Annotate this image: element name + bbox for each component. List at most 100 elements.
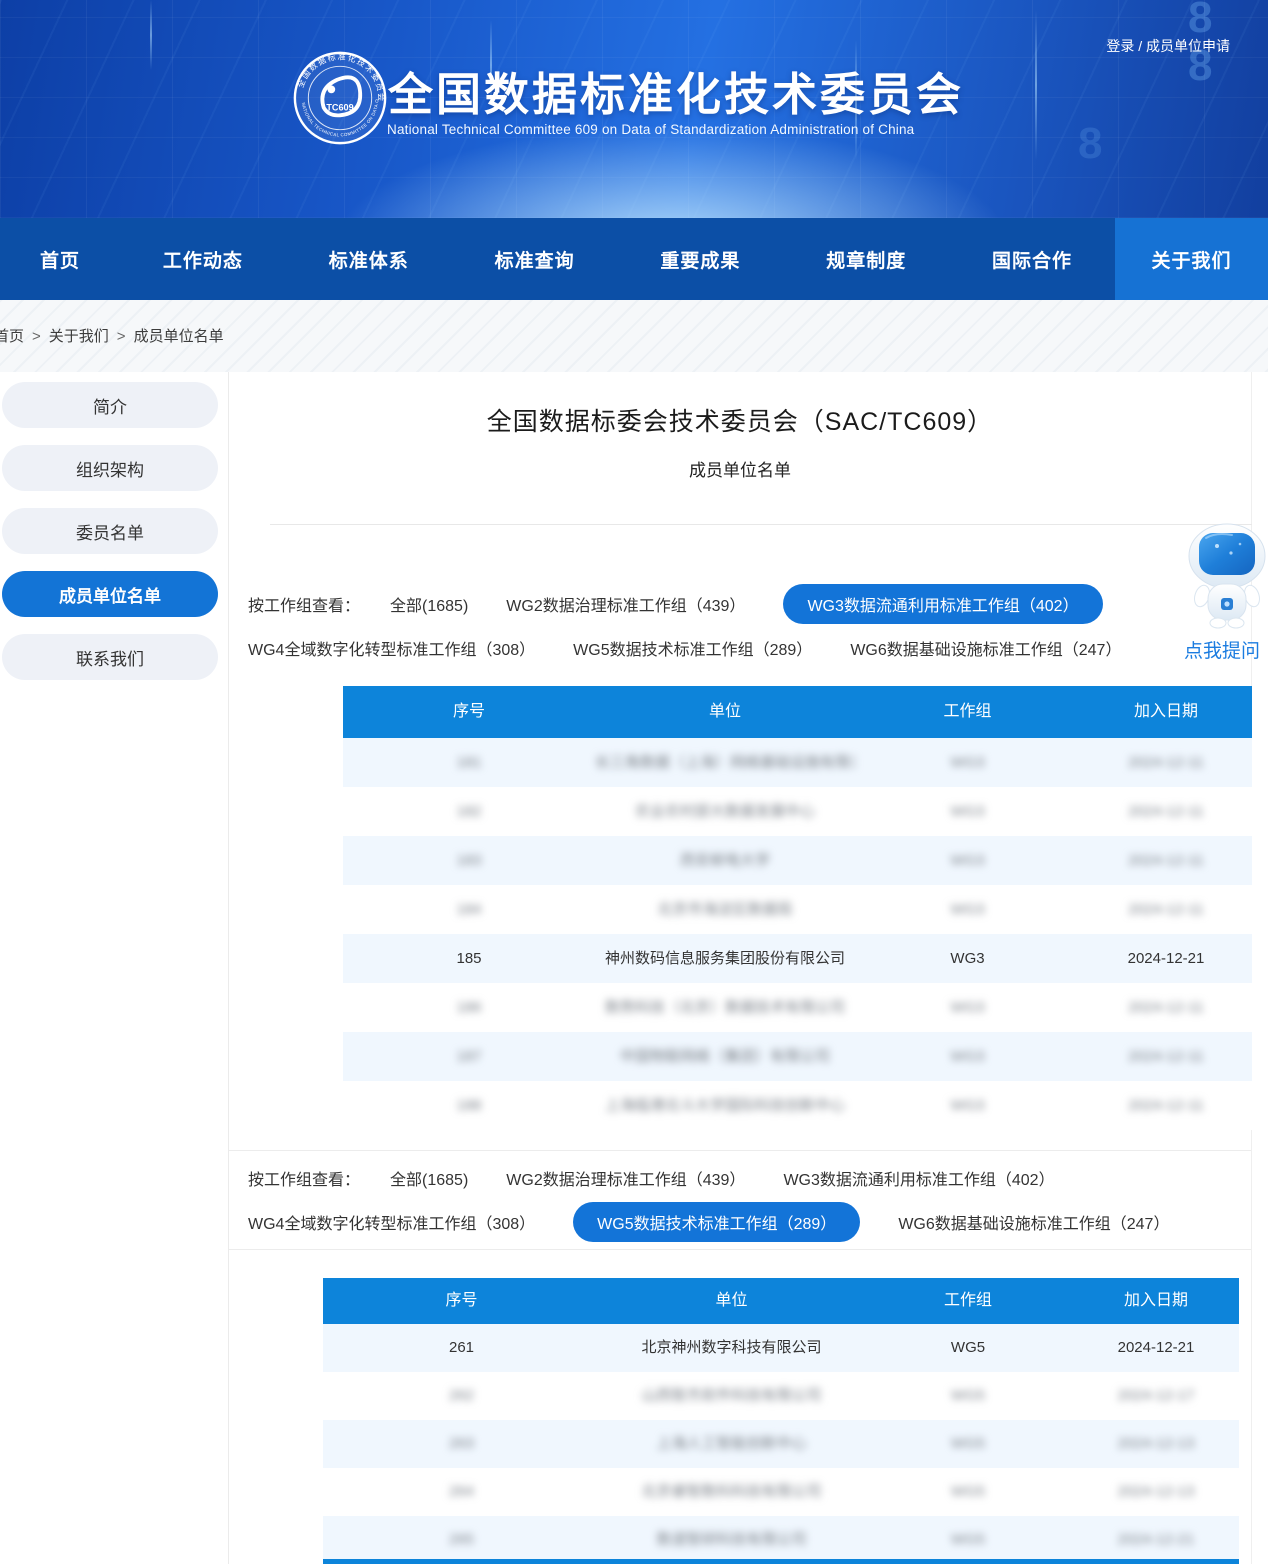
cell-unit: 数道智研科技有限公司 bbox=[600, 1516, 863, 1564]
cell-serial: 184 bbox=[343, 885, 595, 934]
filter-option[interactable]: 全部(1685) bbox=[390, 1166, 468, 1190]
cell-join-date: 2024-12-11 bbox=[1080, 885, 1252, 934]
nav-item-国际合作[interactable]: 国际合作 bbox=[949, 218, 1115, 300]
filter-option[interactable]: WG4全域数字化转型标准工作组（308） bbox=[248, 636, 535, 660]
table-row: 261北京神州数字科技有限公司WG52024-12-21 bbox=[323, 1324, 1239, 1372]
page-subtitle: 成员单位名单 bbox=[228, 456, 1252, 481]
cell-unit: 农业农村部大数据发展中心 bbox=[595, 787, 855, 836]
filter-option[interactable]: WG2数据治理标准工作组（439） bbox=[506, 1166, 745, 1190]
cell-workgroup: WG5 bbox=[863, 1468, 1073, 1516]
nav-item-规章制度[interactable]: 规章制度 bbox=[783, 218, 949, 300]
filter-row: 按工作组查看： 全部(1685) WG2数据治理标准工作组（439） WG3数据流通利… bbox=[248, 584, 1248, 624]
column-header: 单位 bbox=[600, 1278, 863, 1324]
decor-beam bbox=[1035, 10, 1037, 160]
filter-option[interactable]: WG5数据技术标准工作组（289） bbox=[573, 636, 812, 660]
nav-item-关于我们[interactable]: 关于我们 bbox=[1115, 218, 1268, 300]
cell-join-date: 2024-12-11 bbox=[1080, 787, 1252, 836]
breadcrumb-item-2[interactable]: 成员单位名单 bbox=[134, 328, 224, 345]
divider bbox=[229, 1249, 1251, 1250]
cell-workgroup: WG3 bbox=[855, 836, 1080, 885]
cell-workgroup: WG5 bbox=[863, 1372, 1073, 1420]
table-row: 184北京市海淀区数据局WG32024-12-11 bbox=[343, 885, 1252, 934]
cell-serial: 262 bbox=[323, 1372, 600, 1420]
cell-unit: 长三角数据（上海）网络基础设施有限公司 bbox=[595, 738, 855, 787]
filter-row: WG4全域数字化转型标准工作组（308） WG5数据技术标准工作组（289） WG6… bbox=[248, 1202, 1248, 1242]
main-nav: 首页工作动态标准体系标准查询重要成果规章制度国际合作关于我们 bbox=[0, 218, 1268, 300]
site-title-english: National Technical Committee 609 on Data… bbox=[387, 122, 914, 137]
divider-vertical bbox=[228, 372, 229, 1564]
breadcrumb-separator: > bbox=[32, 328, 41, 345]
column-header: 序号 bbox=[323, 1278, 600, 1324]
divider bbox=[229, 1150, 1251, 1151]
cell-serial: 264 bbox=[323, 1468, 600, 1516]
cell-unit: 山西智杰软件科技有限公司 bbox=[600, 1372, 863, 1420]
cell-join-date: 2024-12-13 bbox=[1073, 1420, 1239, 1468]
sidebar-item-委员名单[interactable]: 委员名单 bbox=[2, 508, 218, 554]
cell-join-date: 2024-12-21 bbox=[1080, 934, 1252, 983]
cell-join-date: 2024-12-11 bbox=[1080, 836, 1252, 885]
table-row: 265数道智研科技有限公司WG52024-12-21 bbox=[323, 1516, 1239, 1564]
nav-item-重要成果[interactable]: 重要成果 bbox=[617, 218, 783, 300]
nav-item-工作动态[interactable]: 工作动态 bbox=[120, 218, 286, 300]
filter-row: WG4全域数字化转型标准工作组（308） WG5数据技术标准工作组（289） WG6… bbox=[248, 628, 1248, 668]
sidebar-item-简介[interactable]: 简介 bbox=[2, 382, 218, 428]
cell-unit: 北京神州数字科技有限公司 bbox=[600, 1324, 863, 1372]
member-apply-link[interactable]: 成员单位申请 bbox=[1146, 38, 1230, 54]
table-row: 181长三角数据（上海）网络基础设施有限公司WG32024-12-11 bbox=[343, 738, 1252, 787]
filter-option[interactable]: WG5数据技术标准工作组（289） bbox=[573, 1202, 860, 1242]
nav-item-标准体系[interactable]: 标准体系 bbox=[286, 218, 452, 300]
filter-option[interactable]: 全部(1685) bbox=[390, 592, 468, 616]
divider bbox=[270, 524, 1252, 525]
cell-serial: 263 bbox=[323, 1420, 600, 1468]
decor-beam bbox=[150, 0, 152, 70]
table-row: 188上海临港北斗大学国际科技创新中心WG32024-12-11 bbox=[343, 1081, 1252, 1130]
cell-join-date: 2024-12-21 bbox=[1073, 1324, 1239, 1372]
decor-digits: 8 bbox=[1078, 120, 1112, 168]
cell-join-date: 2024-12-17 bbox=[1073, 1372, 1239, 1420]
nav-item-标准查询[interactable]: 标准查询 bbox=[452, 218, 618, 300]
page: 88 8 全国数据标准化技术委员会 NATIONAL TECHNICAL COM… bbox=[0, 0, 1268, 1564]
filter-option[interactable]: WG3数据流通利用标准工作组（402） bbox=[783, 1166, 1054, 1190]
table-row: 264北京睿智数科科技有限公司WG52024-12-13 bbox=[323, 1468, 1239, 1516]
filter-option[interactable]: WG2数据治理标准工作组（439） bbox=[506, 592, 745, 616]
filter-option[interactable]: WG4全域数字化转型标准工作组（308） bbox=[248, 1210, 535, 1234]
column-header: 工作组 bbox=[855, 686, 1080, 738]
svg-text:TC609: TC609 bbox=[326, 102, 353, 112]
sidebar-item-组织架构[interactable]: 组织架构 bbox=[2, 445, 218, 491]
sidebar: 简介组织架构委员名单成员单位名单联系我们 bbox=[2, 382, 218, 697]
cell-workgroup: WG5 bbox=[863, 1420, 1073, 1468]
filter-prefix-label: 按工作组查看： bbox=[248, 592, 360, 616]
cell-unit: 神州数码信息服务集团股份有限公司 bbox=[595, 934, 855, 983]
cell-serial: 182 bbox=[343, 787, 595, 836]
sidebar-item-成员单位名单[interactable]: 成员单位名单 bbox=[2, 571, 218, 617]
breadcrumb-separator: > bbox=[117, 328, 126, 345]
hero-banner: 88 8 全国数据标准化技术委员会 NATIONAL TECHNICAL COM… bbox=[0, 0, 1268, 218]
cell-unit: 北京睿智数科科技有限公司 bbox=[600, 1468, 863, 1516]
table-row: 183西安邮电大学WG32024-12-11 bbox=[343, 836, 1252, 885]
sidebar-item-联系我们[interactable]: 联系我们 bbox=[2, 634, 218, 680]
breadcrumb-item-0[interactable]: 首页 bbox=[0, 328, 24, 345]
cell-unit: 西安邮电大学 bbox=[595, 836, 855, 885]
filter-option[interactable]: WG6数据基础设施标准工作组（247） bbox=[850, 636, 1121, 660]
login-area: 登录 / 成员单位申请 bbox=[1106, 36, 1230, 56]
member-table-wg5: 序号单位工作组加入日期261北京神州数字科技有限公司WG52024-12-212… bbox=[323, 1278, 1239, 1564]
breadcrumb-item-1[interactable]: 关于我们 bbox=[49, 328, 109, 345]
cell-unit: 数势科技（北京）数据技术有限公司 bbox=[595, 983, 855, 1032]
cell-unit: 上海临港北斗大学国际科技创新中心 bbox=[595, 1081, 855, 1130]
cell-workgroup: WG3 bbox=[855, 983, 1080, 1032]
cell-serial: 185 bbox=[343, 934, 595, 983]
filter-option[interactable]: WG3数据流通利用标准工作组（402） bbox=[783, 584, 1102, 624]
cell-join-date: 2024-12-11 bbox=[1080, 738, 1252, 787]
cell-workgroup: WG5 bbox=[863, 1516, 1073, 1564]
login-link[interactable]: 登录 bbox=[1106, 38, 1134, 54]
cell-workgroup: WG3 bbox=[855, 787, 1080, 836]
table-row: 263上海人工智能创新中心WG52024-12-13 bbox=[323, 1420, 1239, 1468]
filter-option[interactable]: WG6数据基础设施标准工作组（247） bbox=[898, 1210, 1169, 1234]
table-header-row: 序号单位工作组加入日期 bbox=[343, 686, 1252, 738]
cell-serial: 188 bbox=[343, 1081, 595, 1130]
cell-join-date: 2024-12-21 bbox=[1073, 1516, 1239, 1564]
breadcrumb-band: 首页 > 关于我们 > 成员单位名单 bbox=[0, 300, 1268, 372]
table-row: 186数势科技（北京）数据技术有限公司WG32024-12-11 bbox=[343, 983, 1252, 1032]
cell-workgroup: WG3 bbox=[855, 1032, 1080, 1081]
nav-item-首页[interactable]: 首页 bbox=[0, 218, 120, 300]
